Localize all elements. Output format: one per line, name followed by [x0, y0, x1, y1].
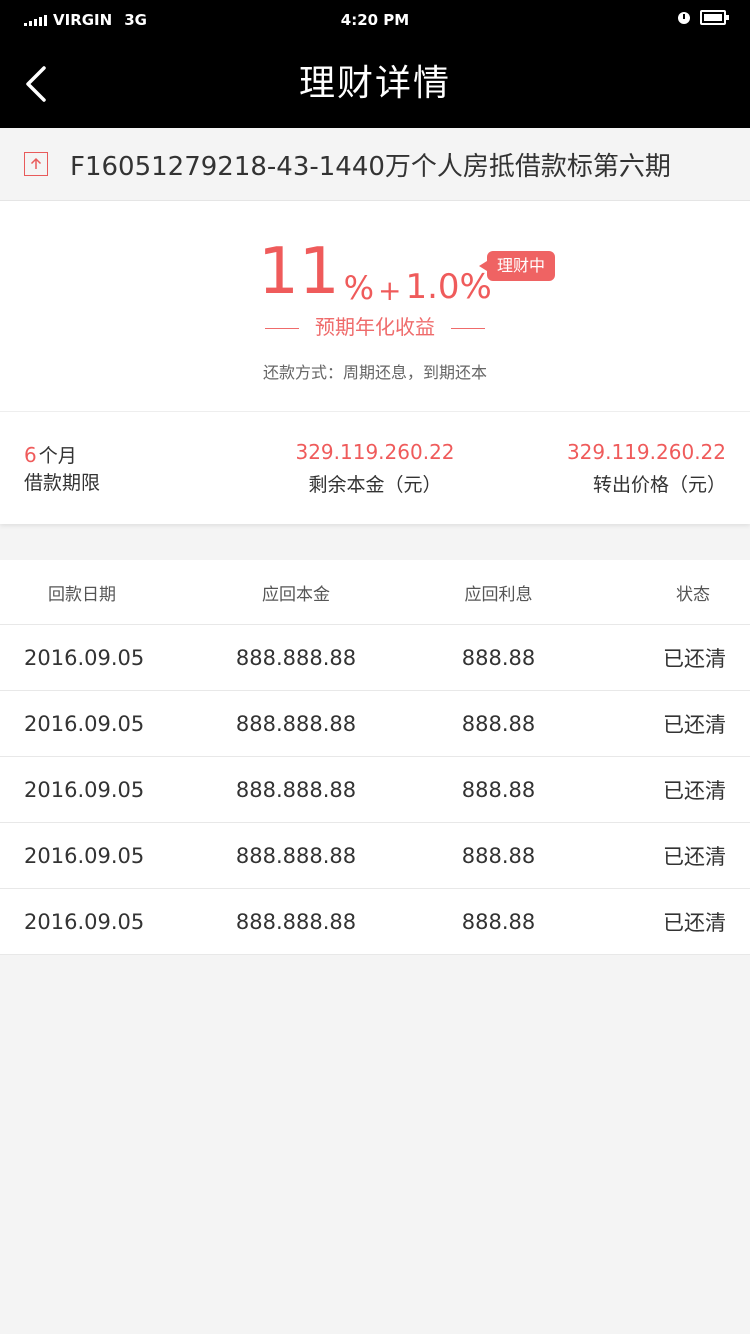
status-bar: VIRGIN 3G 4:20 PM [0, 0, 750, 40]
stat-term: 6 个月 借款期限 [0, 412, 258, 524]
term-value: 6 [24, 443, 37, 467]
battery-icon [700, 10, 729, 25]
divider-left [265, 328, 299, 329]
cell-status: 已还清 [663, 910, 726, 935]
table-body: 2016.09.05 888.888.88 888.88 已还清 2016.09… [0, 625, 750, 955]
repayment-table: 回款日期 应回本金 应回利息 状态 2016.09.05 888.888.88 … [0, 560, 750, 955]
cell-date: 2016.09.05 [24, 645, 145, 670]
cell-principal: 888.888.88 [235, 909, 357, 934]
rate-bonus: 1.0% [405, 267, 492, 307]
table-header: 回款日期 应回本金 应回利息 状态 [0, 560, 750, 625]
cell-date: 2016.09.05 [24, 843, 145, 868]
transfer-label: 转出价格（元） [592, 473, 726, 496]
cell-date: 2016.09.05 [24, 909, 145, 934]
product-header: F16051279218-43-1440万个人房抵借款标第六期 [0, 128, 750, 201]
rate-percent-sign: % [343, 269, 374, 307]
table-row: 2016.09.05 888.888.88 888.88 已还清 [0, 823, 750, 889]
term-value-row: 6 个月 [24, 441, 77, 468]
cell-interest: 888.88 [461, 909, 536, 934]
rate-label-row: 预期年化收益 [0, 311, 750, 340]
remaining-value: 329.119.260.22 [295, 439, 455, 464]
cell-principal: 888.888.88 [235, 711, 357, 736]
cell-status: 已还清 [663, 646, 726, 671]
cell-principal: 888.888.88 [235, 843, 357, 868]
cell-status: 已还清 [663, 844, 726, 869]
term-label: 借款期限 [24, 472, 101, 494]
header-date: 回款日期 [48, 584, 116, 605]
rate-plus-sign: + [377, 274, 402, 307]
status-time: 4:20 PM [340, 11, 410, 29]
status-right [678, 10, 729, 25]
status-badge: 理财中 [478, 251, 556, 281]
cell-interest: 888.88 [461, 711, 536, 736]
cell-interest: 888.88 [461, 645, 536, 670]
cell-interest: 888.88 [461, 777, 536, 802]
loan-stats: 6 个月 借款期限 329.119.260.22 剩余本金（元） 329.119.… [0, 412, 750, 524]
table-row: 2016.09.05 888.888.88 888.88 已还清 [0, 691, 750, 757]
header-status: 状态 [676, 584, 710, 605]
table-row: 2016.09.05 888.888.88 888.88 已还清 [0, 757, 750, 823]
rate-main: 11 [258, 235, 340, 309]
page-title: 理财详情 [298, 63, 451, 104]
transfer-value: 329.119.260.22 [566, 439, 726, 464]
stat-transfer-price: 329.119.260.22 转出价格（元） [492, 412, 750, 524]
upload-arrow-icon [24, 152, 48, 176]
divider-right [451, 328, 485, 329]
header-interest: 应回利息 [464, 584, 533, 605]
cell-principal: 888.888.88 [235, 777, 357, 802]
repay-method: 还款方式：周期还息，到期还本 [262, 363, 487, 382]
term-unit: 个月 [38, 445, 77, 467]
cell-principal: 888.888.88 [235, 645, 357, 670]
rate-summary: 11% +1.0% 理财中 预期年化收益 还款方式：周期还息，到期还本 [0, 201, 750, 412]
rate-display: 11% +1.0% [0, 237, 750, 307]
cell-interest: 888.88 [461, 843, 536, 868]
cell-date: 2016.09.05 [24, 777, 145, 802]
stat-remaining-principal: 329.119.260.22 剩余本金（元） [258, 412, 492, 524]
header-principal: 应回本金 [262, 584, 330, 605]
alarm-icon [678, 11, 690, 24]
remaining-label: 剩余本金（元） [308, 473, 442, 496]
nav-bar: 理财详情 [0, 40, 750, 128]
rate-label: 预期年化收益 [315, 315, 435, 339]
product-name: F16051279218-43-1440万个人房抵借款标第六期 [70, 151, 671, 182]
table-row: 2016.09.05 888.888.88 888.88 已还清 [0, 889, 750, 955]
table-row: 2016.09.05 888.888.88 888.88 已还清 [0, 625, 750, 691]
chevron-left-icon[interactable] [22, 64, 62, 104]
cell-date: 2016.09.05 [24, 711, 145, 736]
cell-status: 已还清 [663, 712, 726, 737]
cell-status: 已还清 [663, 778, 726, 803]
